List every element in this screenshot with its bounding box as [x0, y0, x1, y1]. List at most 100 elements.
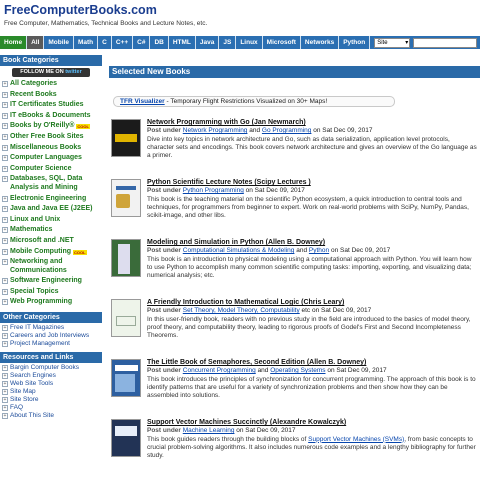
category-link[interactable]: Concurrent Programming [183, 367, 256, 374]
expand-icon: + [2, 333, 8, 340]
post-date: on Sat Dec 09, 2017 [330, 247, 391, 254]
other-category-item[interactable]: + Project Management [0, 340, 102, 348]
nav-microsoft[interactable]: Microsoft [263, 36, 301, 49]
book-meta: Post under Set Theory, Model Theory, Com… [147, 307, 372, 314]
book-cover[interactable] [111, 119, 141, 157]
other-category-item[interactable]: + Free IT Magazines [0, 324, 102, 332]
site-title[interactable]: FreeComputerBooks.com [4, 3, 476, 18]
category-link[interactable]: Operating Systems [270, 367, 325, 374]
nav-c[interactable]: C [98, 36, 112, 49]
nav-java[interactable]: Java [196, 36, 220, 49]
category-item[interactable]: + Networking and Communications [0, 257, 102, 276]
category-item[interactable]: + Databases, SQL, Data Analysis and Minin… [0, 174, 102, 193]
category-item[interactable]: + Other Free Book Sites [0, 132, 102, 143]
other-category-list: + Free IT Magazines + Careers and Job Inte… [0, 324, 102, 348]
nav-js[interactable]: JS [219, 36, 237, 49]
category-item[interactable]: + Electronic Engineering [0, 194, 102, 205]
site-select-value: Site [377, 39, 388, 46]
search-input[interactable] [413, 37, 478, 48]
sidebar: Book Categories FOLLOW ME ON twitter + Al… [0, 55, 102, 420]
book-title[interactable]: The Little Book of Semaphores, Second Ed… [147, 358, 478, 367]
expand-icon: + [2, 81, 8, 87]
book-cover[interactable] [111, 359, 141, 397]
cool-badge: COOL [76, 124, 90, 130]
category-item[interactable]: + Computer Science [0, 164, 102, 175]
category-item[interactable]: + IT eBooks & Documents [0, 111, 102, 122]
nav-csharp[interactable]: C# [133, 36, 151, 49]
book-meta: Post under Computational Simulations & M… [147, 247, 391, 254]
resource-item[interactable]: + About This Site [0, 412, 102, 420]
nav-cpp[interactable]: C++ [112, 36, 134, 49]
nav-html[interactable]: HTML [169, 36, 196, 49]
nav-home[interactable]: Home [0, 36, 28, 49]
category-list: + All Categories + Recent Books + IT Certif… [0, 79, 102, 308]
expand-icon: + [2, 259, 8, 266]
other-category-item[interactable]: + Careers and Job Interviews [0, 332, 102, 340]
nav-networks[interactable]: Networks [301, 36, 340, 49]
twitter-logo: twitter [65, 69, 82, 75]
expand-icon: + [2, 325, 8, 332]
resource-item[interactable]: + Bargin Computer Books [0, 364, 102, 372]
resource-item[interactable]: + FAQ [0, 404, 102, 412]
expand-icon: + [2, 389, 8, 396]
category-link[interactable]: Python Programming [183, 187, 244, 194]
nav-db[interactable]: DB [150, 36, 169, 49]
category-item[interactable]: + Software Engineering [0, 276, 102, 287]
category-item[interactable]: + Recent Books [0, 90, 102, 101]
category-item[interactable]: + Java and Java EE (J2EE) [0, 204, 102, 215]
svm-link[interactable]: Support Vector Machines (SVMs) [308, 436, 404, 443]
book-title[interactable]: Network Programming with Go (Jan Newmarc… [147, 118, 478, 127]
book-cover[interactable] [111, 179, 141, 217]
category-item[interactable]: + Web Programming [0, 297, 102, 308]
twitter-follow-button[interactable]: FOLLOW ME ON twitter [12, 68, 90, 77]
resource-item[interactable]: + Search Engines [0, 372, 102, 380]
resource-item[interactable]: + Site Store [0, 396, 102, 404]
expand-icon: + [2, 299, 8, 306]
site-select[interactable]: Site ▾ [374, 37, 411, 48]
category-item[interactable]: + Computer Languages [0, 153, 102, 164]
category-item[interactable]: + Mathematics [0, 225, 102, 236]
nav-mobile[interactable]: Mobile [44, 36, 74, 49]
resource-item[interactable]: + Web Site Tools [0, 380, 102, 388]
category-link[interactable]: Network Programming [183, 127, 248, 134]
expand-icon: + [2, 405, 8, 412]
nav-all[interactable]: All [27, 36, 45, 49]
section-title: Selected New Books [109, 66, 480, 78]
category-item[interactable]: + Books by O'Reilly® COOL [0, 121, 102, 132]
category-item[interactable]: + Mobile Computing COOL [0, 247, 102, 258]
category-link[interactable]: Machine Learning [183, 427, 235, 434]
nav-math[interactable]: Math [74, 36, 99, 49]
category-item[interactable]: + All Categories [0, 79, 102, 90]
nav-python[interactable]: Python [339, 36, 371, 49]
book-title[interactable]: Python Scientific Lecture Notes (Scipy L… [147, 178, 478, 187]
book-entry: A Friendly Introduction to Mathematical … [111, 295, 480, 355]
categories-heading: Book Categories [0, 55, 102, 66]
post-date: on Sat Dec 09, 2017 [313, 127, 373, 134]
book-cover[interactable] [111, 299, 141, 337]
category-item[interactable]: + Microsoft and .NET [0, 236, 102, 247]
expand-icon: + [2, 373, 8, 380]
resource-item[interactable]: + Site Map [0, 388, 102, 396]
book-title[interactable]: A Friendly Introduction to Mathematical … [147, 298, 478, 307]
book-description: This book is an introduction to physical… [147, 255, 472, 280]
main-content: Selected New Books TFR Visualizer - Temp… [109, 66, 480, 475]
expand-icon: + [2, 176, 8, 183]
nav-linux[interactable]: Linux [236, 36, 263, 49]
book-entry: Support Vector Machines Succinctly (Alex… [111, 415, 480, 475]
notice-link[interactable]: TFR Visualizer [120, 98, 165, 105]
post-date: on Sat Dec 09, 2017 [327, 367, 387, 374]
book-title[interactable]: Support Vector Machines Succinctly (Alex… [147, 418, 478, 427]
book-entry: Modeling and Simulation in Python (Allen… [111, 235, 480, 295]
category-item[interactable]: + Miscellaneous Books [0, 143, 102, 154]
category-link[interactable]: Computational Simulations & Modeling [183, 247, 295, 254]
category-item[interactable]: + Linux and Unix [0, 215, 102, 226]
category-link[interactable]: Python [309, 247, 329, 254]
category-link[interactable]: Go Programming [262, 127, 312, 134]
category-item[interactable]: + IT Certificates Studies [0, 100, 102, 111]
book-meta: Post under Python Programming on Sat Dec… [147, 187, 305, 194]
category-item[interactable]: + Special Topics [0, 287, 102, 298]
category-link[interactable]: Set Theory, Model Theory, Computability [183, 307, 300, 314]
book-cover[interactable] [111, 239, 141, 277]
book-cover[interactable] [111, 419, 141, 457]
book-title[interactable]: Modeling and Simulation in Python (Allen… [147, 238, 478, 247]
